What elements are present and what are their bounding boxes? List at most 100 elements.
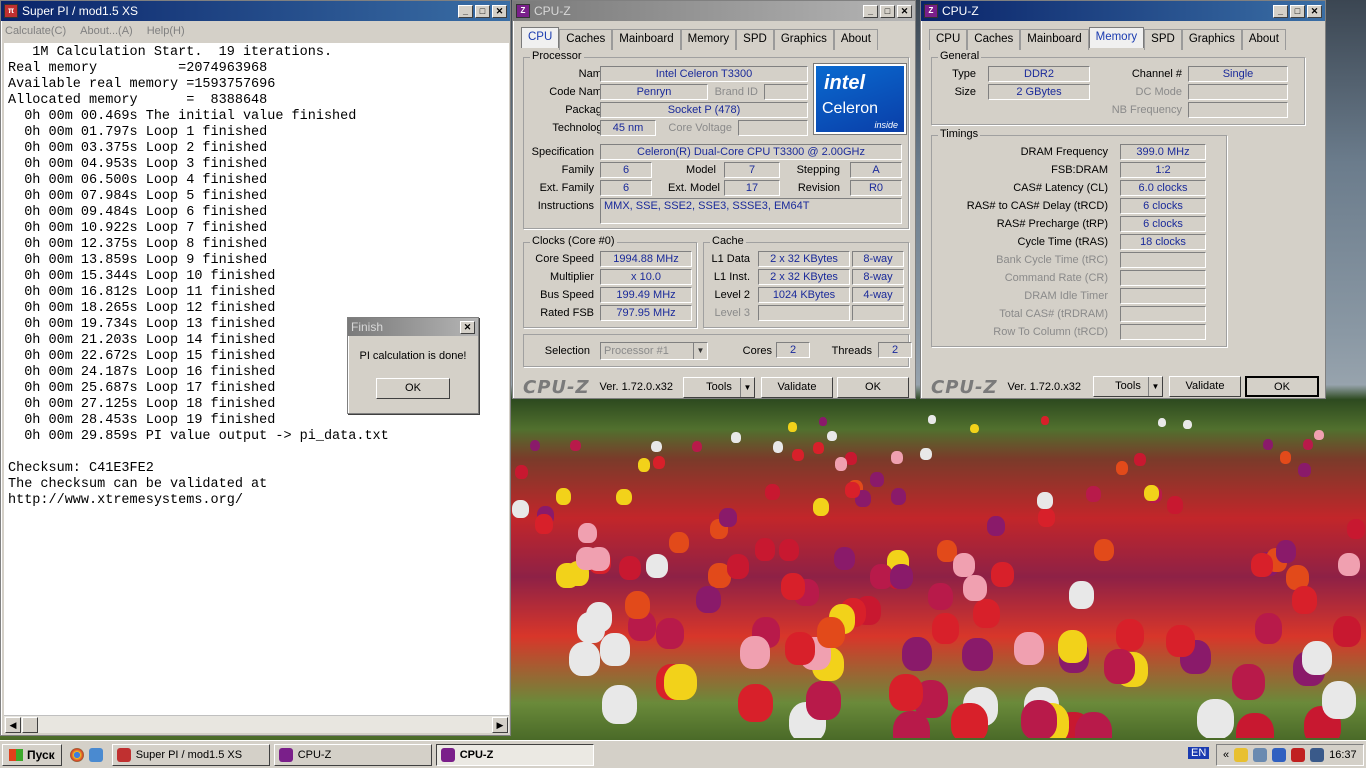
finish-title: Finish <box>351 320 384 334</box>
tulip-flower <box>1332 616 1361 648</box>
cpuz1-validate-button[interactable]: Validate <box>761 377 833 398</box>
cpuz1-minimize-button[interactable]: _ <box>863 4 878 18</box>
cpuz-app-icon: Z <box>516 4 530 18</box>
timing-value: 6 clocks <box>1120 216 1206 232</box>
cpuz2-tab-spd[interactable]: SPD <box>1144 29 1182 50</box>
cpuz2-tab-memory[interactable]: Memory <box>1088 27 1145 48</box>
cpuz2-tab-graphics[interactable]: Graphics <box>1181 29 1242 50</box>
level2-label: Level 2 <box>714 289 750 301</box>
chevron-down-icon[interactable]: ▼ <box>693 343 707 359</box>
cpuz2-ok-button[interactable]: OK <box>1245 376 1319 397</box>
cpuz1-close-button[interactable]: ✕ <box>897 4 912 18</box>
scroll-right-button[interactable]: ▶ <box>492 717 508 733</box>
menu-about[interactable]: About...(A) <box>80 25 133 37</box>
cpuz1-tab-memory[interactable]: Memory <box>680 29 737 50</box>
language-indicator[interactable]: EN <box>1188 747 1210 759</box>
cpuz1-maximize-button[interactable]: □ <box>880 4 895 18</box>
horizontal-scrollbar[interactable]: ◀ ▶ <box>4 715 509 733</box>
close-button[interactable]: ✕ <box>492 4 507 18</box>
cpuz-cpu-window: Z CPU-Z _ □ ✕ CPU Caches Mainboard Memor… <box>512 0 916 399</box>
console-line: 0h 00m 10.922s Loop 7 finished <box>8 221 268 236</box>
cpuz2-tab-mainboard[interactable]: Mainboard <box>1020 29 1089 50</box>
size-value: 2 GBytes <box>988 84 1090 100</box>
tulip-flower <box>1321 681 1357 720</box>
cpuz1-tab-about[interactable]: About <box>833 29 878 50</box>
tulip-flower <box>792 448 804 462</box>
tulip-flower <box>1292 586 1318 614</box>
cpuz2-brand: CPU-Z <box>931 376 998 398</box>
tulip-flower <box>901 637 932 671</box>
tulip-flower <box>651 440 662 453</box>
tulip-flower <box>1275 540 1297 563</box>
maximize-button[interactable]: □ <box>475 4 490 18</box>
menu-help[interactable]: Help(H) <box>147 25 185 37</box>
start-button[interactable]: Пуск <box>2 743 62 766</box>
tulip-flower <box>845 452 857 466</box>
menu-calculate[interactable]: Calculate(C) <box>5 25 66 37</box>
tulip-flower <box>788 422 798 432</box>
processor-select[interactable]: Processor #1 ▼ <box>600 342 708 360</box>
chrome-icon[interactable] <box>69 747 84 762</box>
timing-label: FSB:DRAM <box>1051 164 1108 176</box>
cpuz1-tools-button[interactable]: Tools ▼ <box>683 377 755 398</box>
cpuz2-minimize-button[interactable]: _ <box>1273 4 1288 18</box>
cpuz2-title: CPU-Z <box>942 4 979 18</box>
finish-close-button[interactable]: ✕ <box>460 320 475 334</box>
tulip-flower <box>845 481 860 499</box>
shield-icon[interactable] <box>1234 748 1249 762</box>
cpuz1-tab-cpu[interactable]: CPU <box>521 27 560 48</box>
finish-message: PI calculation is done! <box>359 350 467 362</box>
cpuz1-titlebar[interactable]: Z CPU-Z _ □ ✕ <box>513 1 915 21</box>
cpuz2-close-button[interactable]: ✕ <box>1307 4 1322 18</box>
dcmode-value <box>1188 84 1288 100</box>
cpuz2-tools-arrow-icon[interactable]: ▼ <box>1148 377 1162 396</box>
timing-label: Command Rate (CR) <box>1004 272 1108 284</box>
quicklaunch-icon[interactable] <box>88 747 103 762</box>
task-cpuz-1[interactable]: CPU-Z <box>273 743 432 766</box>
cpuz2-tab-cpu[interactable]: CPU <box>929 29 968 50</box>
cpuz2-titlebar[interactable]: Z CPU-Z _ □ ✕ <box>921 1 1325 21</box>
superpi-title: Super PI / mod1.5 XS <box>22 4 139 18</box>
tulip-flower <box>931 613 960 644</box>
cpuz2-tab-caches[interactable]: Caches <box>967 29 1021 50</box>
security-icon[interactable] <box>1272 748 1287 762</box>
cpuz2-validate-button[interactable]: Validate <box>1169 376 1241 397</box>
scroll-left-button[interactable]: ◀ <box>5 717 21 733</box>
tulip-flower <box>1166 496 1183 514</box>
tulip-flower <box>1346 519 1366 540</box>
cpuz2-maximize-button[interactable]: □ <box>1290 4 1305 18</box>
dcmode-label: DC Mode <box>1135 86 1182 98</box>
finish-titlebar[interactable]: Finish ✕ <box>348 318 478 336</box>
task-superpi[interactable]: Super PI / mod1.5 XS <box>111 743 270 766</box>
cpuz1-tab-graphics[interactable]: Graphics <box>773 29 834 50</box>
console-line: The checksum can be validated at <box>8 477 268 492</box>
tulip-flower <box>785 632 815 666</box>
antivirus-icon[interactable] <box>1291 748 1306 762</box>
network-icon[interactable] <box>1253 748 1268 762</box>
cpuz1-tab-caches[interactable]: Caches <box>559 29 613 50</box>
timing-label: Cycle Time (tRAS) <box>1017 236 1108 248</box>
cpuz1-ok-button[interactable]: OK <box>837 377 909 398</box>
processor-group-title: Processor <box>530 50 584 62</box>
cpuz2-tab-about[interactable]: About <box>1241 29 1286 50</box>
tulip-flower <box>1262 438 1273 450</box>
scroll-thumb[interactable] <box>22 717 38 733</box>
windows-logo-icon <box>9 748 23 761</box>
busspeed-value: 199.49 MHz <box>600 287 692 303</box>
cpuz1-tab-spd[interactable]: SPD <box>736 29 774 50</box>
finish-ok-button[interactable]: OK <box>376 378 450 399</box>
ratedfsb-value: 797.95 MHz <box>600 305 692 321</box>
cpuz2-tools-button[interactable]: Tools ▼ <box>1093 376 1163 397</box>
superpi-titlebar[interactable]: π Super PI / mod1.5 XS _ □ ✕ <box>1 1 510 21</box>
tulip-flower <box>1041 416 1050 426</box>
cpuz1-tab-mainboard[interactable]: Mainboard <box>612 29 681 50</box>
task-cpuz-2[interactable]: CPU-Z <box>435 743 594 766</box>
tulip-flower <box>920 447 932 461</box>
monitor-icon[interactable] <box>1310 748 1325 762</box>
clock[interactable]: 16:37 <box>1329 749 1357 761</box>
cpuz1-version: Ver. 1.72.0.x32 <box>599 381 673 393</box>
minimize-button[interactable]: _ <box>458 4 473 18</box>
tray-expand-icon[interactable]: « <box>1223 749 1229 761</box>
cpuz1-tools-arrow-icon[interactable]: ▼ <box>740 378 754 397</box>
tulip-flower <box>772 441 784 454</box>
